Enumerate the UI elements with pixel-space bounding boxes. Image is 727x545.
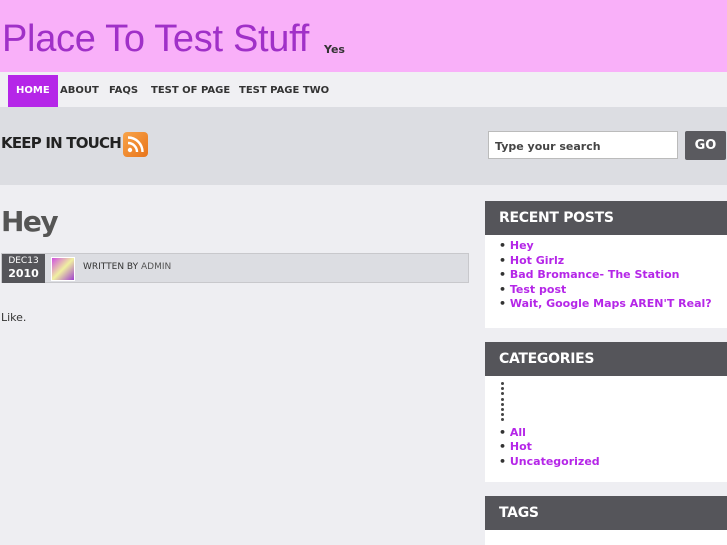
recent-posts-widget: RECENT POSTS Hey Hot Girlz Bad Bromance-… [485, 201, 727, 328]
search-go-button[interactable]: GO [685, 131, 726, 160]
main-nav: HOME ABOUT FAQS TEST OF PAGE TEST PAGE T… [0, 72, 727, 107]
recent-post-link[interactable]: Bad Bromance- The Station [499, 268, 727, 283]
author-link[interactable]: ADMIN [141, 262, 171, 272]
site-description: Yes [324, 43, 345, 56]
search-input[interactable] [493, 136, 677, 156]
nav-item-about[interactable]: ABOUT [52, 75, 107, 107]
category-link[interactable]: Hot [499, 440, 727, 455]
category-link[interactable]: All [499, 426, 727, 441]
site-header: Place To Test Stuff Yes [0, 0, 727, 72]
nav-item-test-of-page[interactable]: TEST OF PAGE [143, 75, 238, 107]
nav-item-home[interactable]: HOME [8, 75, 58, 107]
post-title[interactable]: Hey [1, 205, 59, 238]
recent-post-link[interactable]: Wait, Google Maps AREN'T Real? [499, 297, 727, 312]
category-link[interactable]: Uncategorized [499, 455, 727, 470]
author-avatar [51, 257, 75, 281]
empty-category-bullets [485, 376, 727, 422]
categories-widget: CATEGORIES All Hot Uncategorized [485, 342, 727, 482]
nav-item-test-page-two[interactable]: TEST PAGE TWO [231, 75, 337, 107]
keep-in-touch-label: KEEP IN TOUCH [1, 134, 122, 152]
nav-item-faqs[interactable]: FAQS [101, 75, 146, 107]
site-title[interactable]: Place To Test Stuff [2, 18, 309, 61]
recent-post-link[interactable]: Hot Girlz [499, 254, 727, 269]
recent-post-link[interactable]: Test post [499, 283, 727, 298]
categories-list: All Hot Uncategorized [485, 424, 727, 470]
recent-posts-list: Hey Hot Girlz Bad Bromance- The Station … [485, 235, 727, 312]
written-by: WRITTEN BY ADMIN [83, 262, 171, 272]
rss-feed-icon[interactable] [123, 132, 148, 157]
post-date: DEC13 2010 [2, 254, 45, 283]
tags-widget: TAGS [485, 496, 727, 545]
recent-posts-title: RECENT POSTS [485, 201, 727, 235]
post-body: Like. [1, 311, 27, 324]
written-by-label: WRITTEN BY [83, 262, 139, 272]
search-box [488, 131, 678, 159]
post-meta: DEC13 2010 WRITTEN BY ADMIN [1, 253, 469, 283]
recent-post-link[interactable]: Hey [499, 239, 727, 254]
tags-title: TAGS [485, 496, 727, 530]
post-date-month-day: DEC13 [8, 256, 39, 266]
categories-title: CATEGORIES [485, 342, 727, 376]
post-date-year: 2010 [8, 267, 39, 280]
